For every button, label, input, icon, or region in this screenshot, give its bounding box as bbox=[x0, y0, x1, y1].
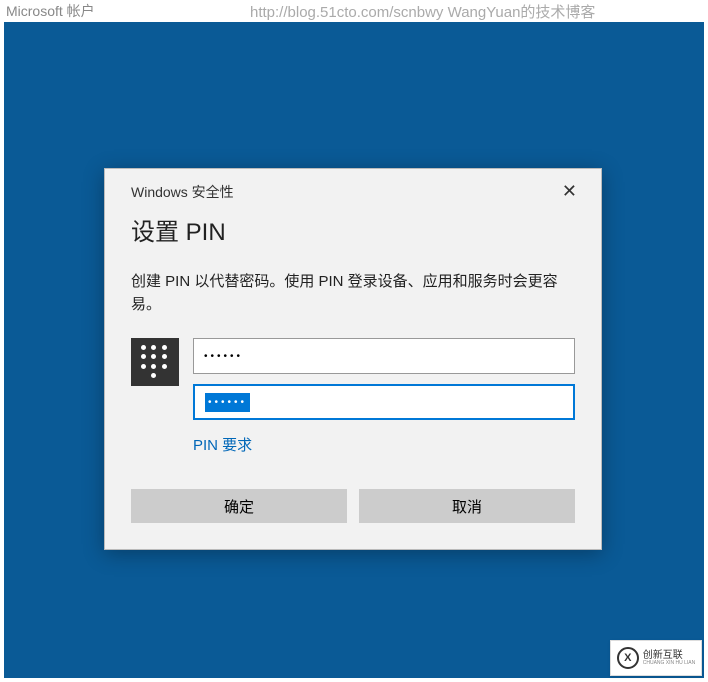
top-bar: Microsoft 帐户 http://blog.51cto.com/scnbw… bbox=[0, 0, 708, 22]
pin-setup-dialog: Windows 安全性 ✕ 设置 PIN 创建 PIN 以代替密码。使用 PIN… bbox=[104, 168, 602, 550]
watermark-url: http://blog.51cto.com/scnbwy WangYuan的技术… bbox=[250, 1, 595, 22]
window-title: Microsoft 帐户 bbox=[6, 1, 95, 21]
dialog-header: Windows 安全性 ✕ bbox=[105, 169, 601, 204]
confirm-pin-input[interactable]: •••••• bbox=[193, 384, 575, 420]
dialog-description: 创建 PIN 以代替密码。使用 PIN 登录设备、应用和服务时会更容易。 bbox=[105, 247, 601, 316]
watermark-text-2: CHUANG XIN HU LIAN bbox=[643, 661, 696, 667]
new-pin-input[interactable]: •••••• bbox=[193, 338, 575, 374]
security-label: Windows 安全性 bbox=[131, 182, 234, 202]
close-icon[interactable]: ✕ bbox=[554, 179, 585, 204]
pin-requirements-link[interactable]: PIN 要求 bbox=[105, 420, 601, 455]
pin-input-row: •••••• •••••• bbox=[105, 316, 601, 420]
keypad-icon bbox=[131, 338, 179, 386]
button-row: 确定 取消 bbox=[105, 455, 601, 523]
ok-button[interactable]: 确定 bbox=[131, 489, 347, 523]
watermark-logo: X 创新互联 CHUANG XIN HU LIAN bbox=[610, 640, 702, 676]
dialog-title: 设置 PIN bbox=[105, 204, 601, 247]
inputs-column: •••••• •••••• bbox=[193, 338, 575, 420]
watermark-icon: X bbox=[617, 647, 639, 669]
pin-confirm-value: •••••• bbox=[205, 393, 250, 412]
pin-value: •••••• bbox=[204, 351, 243, 362]
cancel-button[interactable]: 取消 bbox=[359, 489, 575, 523]
